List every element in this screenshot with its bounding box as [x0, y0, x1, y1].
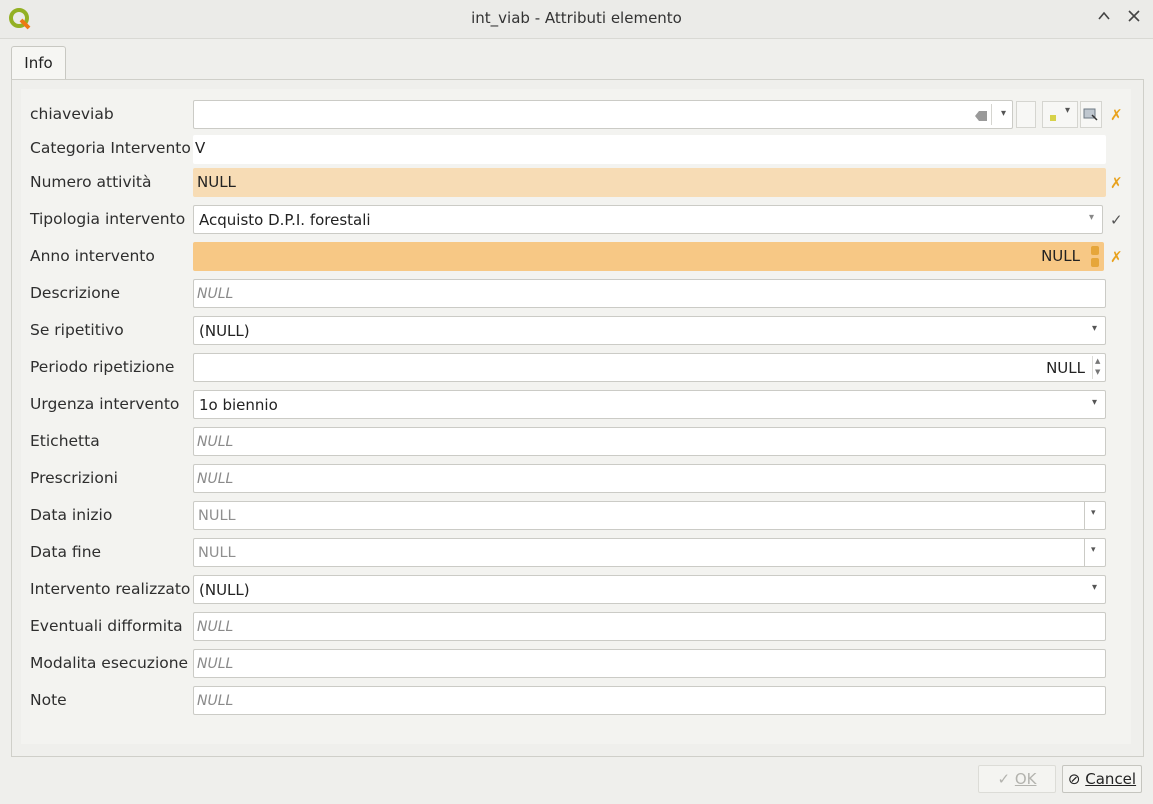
label-tipologia-intervento: Tipologia intervento	[30, 210, 186, 228]
blank-button[interactable]	[1016, 101, 1036, 128]
etichetta-placeholder: NULL	[197, 434, 234, 450]
tab-info[interactable]: Info	[11, 46, 66, 80]
anno-intervento-spinbox[interactable]: NULL	[193, 242, 1104, 271]
add-feature-icon	[1050, 115, 1056, 121]
periodo-ripetizione-spinbox[interactable]: NULL ▲ ▼	[193, 353, 1106, 382]
label-etichetta: Etichetta	[30, 432, 100, 450]
calendar-dropdown-button[interactable]: ▾	[1084, 539, 1105, 566]
label-intervento-realizzato: Intervento realizzato	[30, 580, 191, 598]
label-se-ripetitivo: Se ripetitivo	[30, 321, 124, 339]
tipologia-intervento-value: Acquisto D.P.I. forestali	[199, 211, 371, 229]
title-bar: int_viab - Attributi elemento	[0, 0, 1153, 39]
label-modalita-esecuzione: Modalita esecuzione	[30, 654, 189, 672]
data-inizio-date-picker[interactable]: NULL ▾	[193, 501, 1106, 530]
periodo-ripetizione-value: NULL	[1046, 359, 1085, 377]
label-data-fine: Data fine	[30, 543, 102, 561]
label-numero-attivita: Numero attività	[30, 173, 152, 191]
urgenza-intervento-select[interactable]: 1o biennio ▾	[193, 390, 1106, 419]
cancel-button-label: Cancel	[1085, 770, 1137, 788]
invalid-status-icon: ✗	[1110, 174, 1123, 192]
label-chiaveviab: chiaveviab	[30, 105, 114, 123]
prescrizioni-input[interactable]: NULL	[193, 464, 1106, 493]
chevron-down-icon: ▾	[1065, 105, 1071, 116]
close-icon[interactable]	[1124, 8, 1144, 28]
invalid-status-icon: ✗	[1110, 106, 1123, 124]
modalita-esecuzione-placeholder: NULL	[197, 656, 234, 672]
label-prescrizioni: Prescrizioni	[30, 469, 118, 487]
intervento-realizzato-value: (NULL)	[199, 581, 250, 599]
anno-intervento-value: NULL	[1041, 247, 1080, 265]
identify-feature-button[interactable]	[1080, 101, 1102, 128]
relation-buttons: ▾	[1016, 101, 1104, 128]
etichetta-input[interactable]: NULL	[193, 427, 1106, 456]
numero-attivita-field[interactable]: NULL	[193, 168, 1106, 197]
categoria-intervento-field[interactable]: V	[193, 135, 1106, 164]
check-icon: ✓	[997, 770, 1011, 788]
chiaveviab-combo[interactable]: ▾	[193, 100, 1013, 129]
label-eventuali-difformita: Eventuali difformita	[30, 617, 183, 635]
invalid-status-icon: ✗	[1110, 248, 1123, 266]
descrizione-placeholder: NULL	[197, 286, 234, 302]
label-periodo-ripetizione: Periodo ripetizione	[30, 358, 175, 376]
se-ripetitivo-value: (NULL)	[199, 322, 250, 340]
note-placeholder: NULL	[197, 693, 234, 709]
chevron-down-icon[interactable]: ▾	[1001, 108, 1006, 119]
modalita-esecuzione-input[interactable]: NULL	[193, 649, 1106, 678]
eventuali-difformita-placeholder: NULL	[197, 619, 234, 635]
clear-icon[interactable]	[974, 108, 988, 126]
map-identify-icon	[1083, 108, 1098, 121]
add-feature-button[interactable]: ▾	[1042, 101, 1078, 128]
chevron-up-icon[interactable]	[1094, 8, 1114, 28]
calendar-dropdown-button[interactable]: ▾	[1084, 502, 1105, 529]
label-descrizione: Descrizione	[30, 284, 121, 302]
data-inizio-value: NULL	[198, 508, 236, 524]
data-fine-date-picker[interactable]: NULL ▾	[193, 538, 1106, 567]
label-anno-intervento: Anno intervento	[30, 247, 155, 265]
intervento-realizzato-select[interactable]: (NULL) ▾	[193, 575, 1106, 604]
valid-status-icon: ✓	[1110, 211, 1123, 229]
tipologia-intervento-select[interactable]: Acquisto D.P.I. forestali ▾	[193, 205, 1103, 234]
se-ripetitivo-select[interactable]: (NULL) ▾	[193, 316, 1106, 345]
urgenza-intervento-value: 1o biennio	[199, 396, 278, 414]
ok-button-label: OK	[1014, 770, 1037, 788]
chevron-down-icon: ▾	[1091, 582, 1097, 593]
chevron-down-icon: ▾	[1088, 212, 1094, 223]
cancel-icon: ⊘	[1067, 770, 1081, 788]
numero-attivita-value: NULL	[197, 173, 236, 191]
data-fine-value: NULL	[198, 545, 236, 561]
categoria-intervento-value: V	[195, 139, 206, 157]
eventuali-difformita-input[interactable]: NULL	[193, 612, 1106, 641]
prescrizioni-placeholder: NULL	[197, 471, 234, 487]
ok-button[interactable]: ✓ OK	[978, 765, 1056, 793]
note-input[interactable]: NULL	[193, 686, 1106, 715]
spin-arrows-icon[interactable]: ▲ ▼	[1092, 356, 1103, 379]
label-data-inizio: Data inizio	[30, 506, 113, 524]
descrizione-input[interactable]: NULL	[193, 279, 1106, 308]
label-note: Note	[30, 691, 67, 709]
label-categoria-intervento: Categoria Intervento	[30, 139, 191, 157]
label-urgenza-intervento: Urgenza intervento	[30, 395, 180, 413]
chevron-down-icon: ▾	[1091, 397, 1097, 408]
cancel-button[interactable]: ⊘ Cancel	[1062, 765, 1142, 793]
chevron-down-icon: ▾	[1091, 323, 1097, 334]
spin-arrows-icon[interactable]	[1091, 246, 1099, 267]
window-title: int_viab - Attributi elemento	[471, 9, 682, 27]
